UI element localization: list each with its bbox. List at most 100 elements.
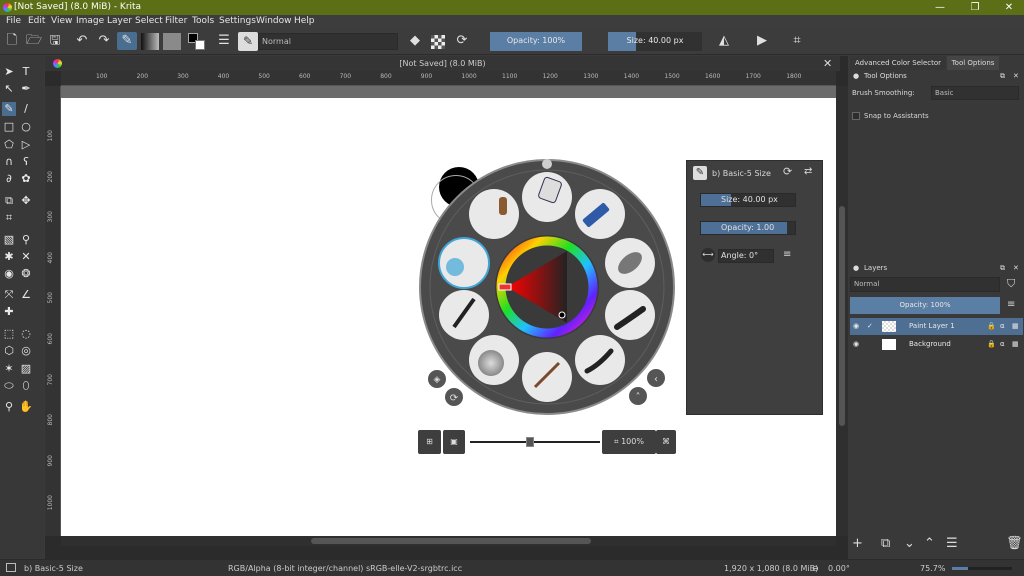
- vscroll-thumb[interactable]: [839, 206, 845, 426]
- select-shapes-icon[interactable]: ➤: [2, 65, 16, 79]
- popup-palette[interactable]: ◈ ⟳ ‹ ˄: [419, 159, 675, 415]
- delete-layer-icon[interactable]: 🗑: [1006, 536, 1023, 551]
- redo-icon[interactable]: ↷: [94, 32, 114, 50]
- layer-properties-icon[interactable]: ☰: [946, 536, 958, 551]
- similar-selection-icon[interactable]: ▨: [19, 362, 33, 376]
- reference-image-icon[interactable]: ✚: [2, 305, 16, 319]
- inherit-alpha-icon[interactable]: ▦: [1012, 336, 1019, 353]
- save-icon[interactable]: 🖫: [45, 32, 65, 50]
- zoom-slider[interactable]: [470, 437, 600, 447]
- bezier-tool-icon[interactable]: ∩: [2, 155, 16, 169]
- move-up-icon[interactable]: ⌃: [924, 536, 935, 551]
- line-tool-icon[interactable]: /: [19, 102, 33, 116]
- text-tool-icon[interactable]: T: [19, 65, 33, 79]
- maximize-button[interactable]: ❐: [960, 1, 990, 14]
- mirror-view-button[interactable]: ▣: [443, 430, 465, 454]
- ellipse-tool-icon[interactable]: ○: [19, 120, 33, 134]
- layer-name[interactable]: Background: [909, 336, 951, 353]
- filter-icon[interactable]: ⛉: [1007, 277, 1015, 291]
- tab-tool-options[interactable]: Tool Options: [947, 56, 999, 70]
- smart-patch-icon[interactable]: ✕: [19, 250, 33, 264]
- menu-select[interactable]: Select: [135, 16, 163, 26]
- color-picker-icon[interactable]: ⚲: [19, 233, 33, 247]
- contiguous-selection-icon[interactable]: ✶: [2, 362, 16, 376]
- mirror-horizontal-icon[interactable]: ◭: [714, 32, 734, 50]
- fill-opacity-icon[interactable]: ☰: [214, 32, 234, 50]
- layers-float-icon[interactable]: ⧉: [1000, 262, 1005, 274]
- mirror-vertical-icon[interactable]: ▶: [752, 32, 772, 50]
- alpha-icon[interactable]: α: [1000, 318, 1005, 335]
- undo-icon[interactable]: ↶: [72, 32, 92, 50]
- bezier-selection-icon[interactable]: ⬭: [2, 379, 16, 393]
- menu-file[interactable]: File: [6, 16, 21, 26]
- menu-edit[interactable]: Edit: [28, 16, 45, 26]
- layer-blend-select[interactable]: Normal: [850, 277, 1000, 292]
- edit-shapes-icon[interactable]: ↖: [2, 82, 16, 96]
- layer-name[interactable]: Paint Layer 1: [909, 318, 955, 335]
- close-document-button[interactable]: ✕: [823, 56, 832, 71]
- layer-menu-icon[interactable]: ≡: [1007, 299, 1015, 310]
- menu-help[interactable]: Help: [294, 16, 315, 26]
- enclose-fill-icon[interactable]: ❂: [19, 267, 33, 281]
- open-folder-icon[interactable]: 🗁: [24, 32, 44, 50]
- swap-icon[interactable]: ⇄: [804, 166, 812, 177]
- inherit-alpha-icon[interactable]: ▦: [1012, 318, 1019, 335]
- blend-mode-select[interactable]: Normal: [258, 33, 398, 50]
- hscroll-thumb[interactable]: [311, 538, 591, 544]
- menu-image[interactable]: Image: [76, 16, 104, 26]
- rectangle-tool-icon[interactable]: □: [2, 120, 16, 134]
- gradient-tool-icon[interactable]: ▧: [2, 233, 16, 247]
- horizontal-scrollbar[interactable]: [61, 536, 836, 546]
- reload-icon[interactable]: ⟳: [783, 165, 792, 178]
- crop-icon[interactable]: ⌗: [787, 32, 807, 50]
- alpha-lock-icon[interactable]: [431, 35, 445, 49]
- layers-close-icon[interactable]: ✕: [1013, 262, 1019, 274]
- polygon-tool-icon[interactable]: ⬠: [2, 138, 16, 152]
- freehand-brush-icon[interactable]: ✎: [2, 102, 16, 116]
- tab-advanced-color-selector[interactable]: Advanced Color Selector: [850, 56, 946, 70]
- add-layer-icon[interactable]: +: [852, 536, 863, 551]
- zoom-reset-button[interactable]: ⌗ 100%: [602, 430, 656, 454]
- hue-marker[interactable]: [498, 283, 512, 291]
- rotation-icon[interactable]: ⊖: [812, 564, 819, 573]
- polyline-tool-icon[interactable]: ▷: [19, 138, 33, 152]
- fit-page-button[interactable]: ⌘: [656, 430, 676, 454]
- brush-smoothing-select[interactable]: Basic: [931, 86, 1019, 100]
- measure-tool-icon[interactable]: ∠: [19, 288, 33, 302]
- menu-icon[interactable]: ≡: [783, 249, 791, 260]
- pan-tool-icon[interactable]: ✋: [19, 400, 33, 414]
- background-color[interactable]: [195, 40, 205, 50]
- layers-lock-icon[interactable]: ●: [853, 262, 859, 274]
- preset-basic-5-size[interactable]: [438, 237, 490, 289]
- active-check-icon[interactable]: ✓: [867, 318, 873, 335]
- layer-lock-icon[interactable]: 🔒: [987, 318, 996, 335]
- freehand-selection-icon[interactable]: ◎: [19, 344, 33, 358]
- palette-drag-handle[interactable]: [542, 159, 552, 169]
- menu-window[interactable]: Window: [256, 16, 292, 26]
- float-icon[interactable]: ⧉: [1000, 70, 1005, 82]
- snap-checkbox[interactable]: [852, 112, 860, 120]
- close-docker-icon[interactable]: ✕: [1013, 70, 1019, 82]
- visibility-icon[interactable]: ◉: [853, 318, 859, 335]
- elliptical-selection-icon[interactable]: ◌: [19, 327, 33, 341]
- move-down-icon[interactable]: ⌄: [904, 536, 915, 551]
- angle-dial-icon[interactable]: ⟷: [701, 248, 715, 262]
- pattern-swatch[interactable]: [163, 33, 181, 50]
- size-field[interactable]: Size: 40.00 px: [700, 193, 796, 207]
- magnetic-selection-icon[interactable]: ⬯: [19, 379, 33, 393]
- brush-preset-icon[interactable]: ✎: [238, 32, 258, 51]
- zoom-slider-handle[interactable]: [525, 437, 534, 447]
- multibrush-icon[interactable]: ✿: [19, 172, 33, 186]
- zoom-tool-icon[interactable]: ⚲: [2, 400, 16, 414]
- layer-row[interactable]: ◉ Background 🔒 α ▦: [850, 336, 1023, 353]
- menu-layer[interactable]: Layer: [107, 16, 132, 26]
- angle-field[interactable]: Angle: 0°: [718, 249, 774, 263]
- assistant-tool-icon[interactable]: ⤧: [2, 288, 16, 302]
- brush-editor-icon[interactable]: ✎: [117, 32, 137, 50]
- vertical-scrollbar[interactable]: [836, 86, 848, 536]
- duplicate-layer-icon[interactable]: ⧉: [881, 536, 890, 551]
- new-document-icon[interactable]: 🗋: [2, 32, 22, 50]
- eraser-icon[interactable]: ◆: [405, 32, 425, 50]
- close-window-button[interactable]: ✕: [994, 1, 1024, 14]
- size-slider[interactable]: Size: 40.00 px: [608, 32, 702, 51]
